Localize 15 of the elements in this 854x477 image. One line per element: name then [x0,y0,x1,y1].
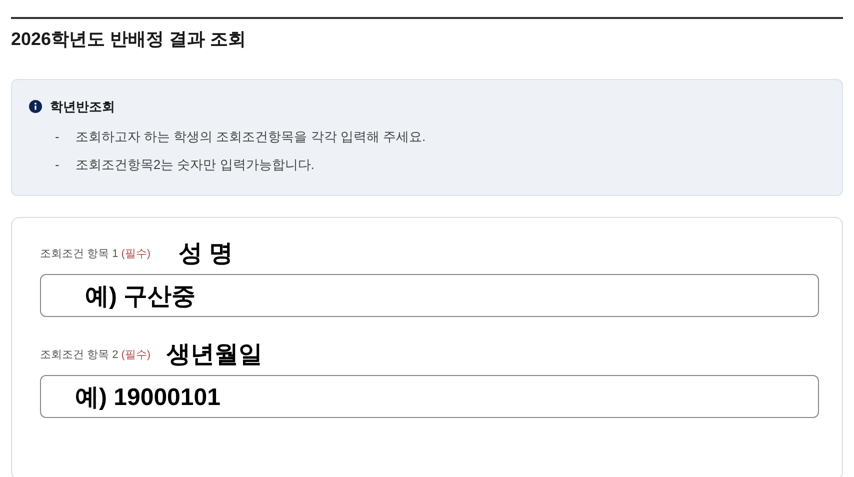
required-mark: (필수) [121,348,151,363]
info-icon [29,100,42,114]
notice-text: 조회조건항목2는 숫자만 입력가능합니다. [75,156,314,174]
field-label: 조회조건 항목 1 [40,246,118,262]
input-field[interactable]: 예) 19000101 [40,375,819,418]
notice-heading: 학년반조회 [50,98,115,116]
bullet-dash: - [55,156,60,174]
page-title: 2026학년도 반배정 결과 조회 [11,28,248,51]
bullet-dash: - [55,128,60,146]
input-field[interactable]: 예) 구산중 [40,274,819,317]
field-label: 조회조건 항목 2 [40,348,118,363]
annotation-text: 생년월일 [166,340,263,370]
notice-text: 조회하고자 하는 학생의 조회조건항목을 각각 입력해 주세요. [75,128,426,146]
annotation-text: 성 명 [178,239,234,269]
required-mark: (필수) [121,246,151,262]
